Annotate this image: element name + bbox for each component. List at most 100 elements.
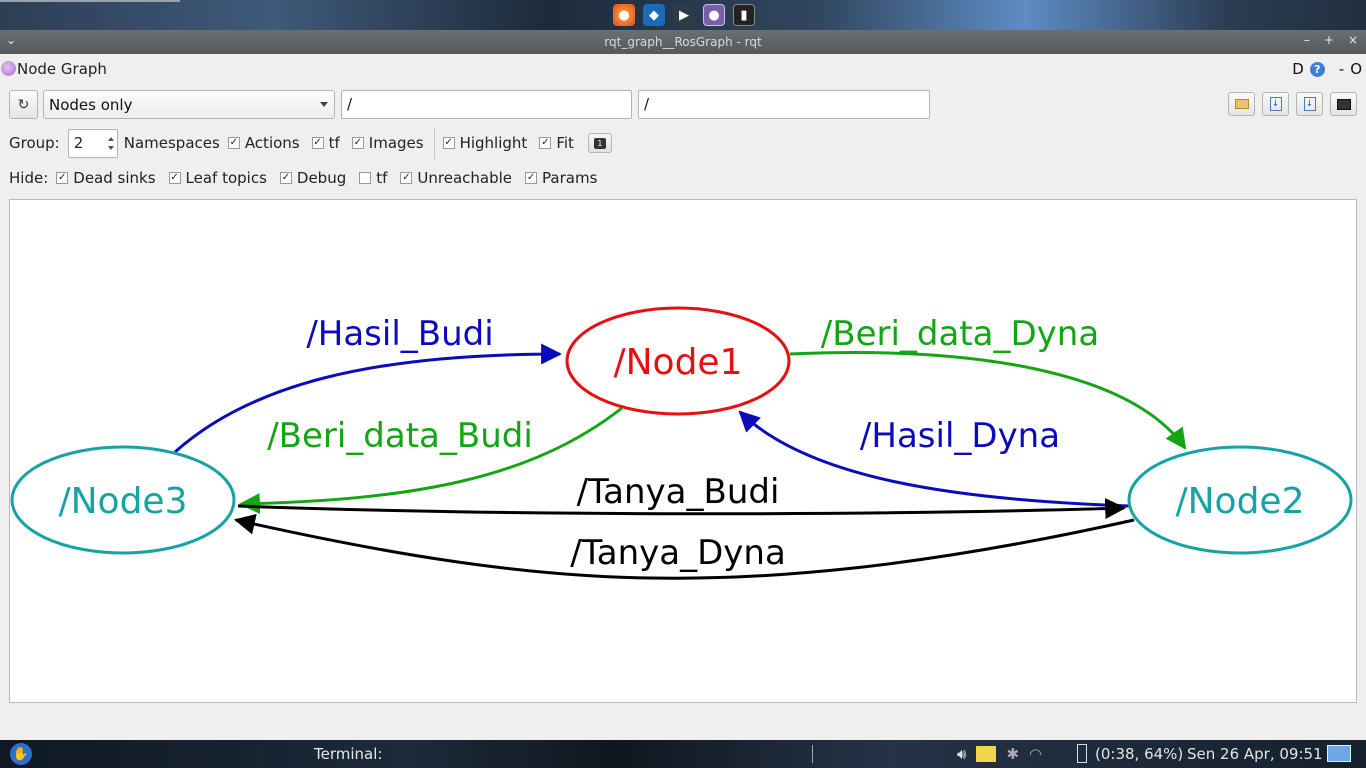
node3-label: /Node3 xyxy=(59,481,188,522)
help-icon[interactable]: ? xyxy=(1309,61,1325,77)
hide-row: Hide: ✓ Dead sinks ✓ Leaf topics ✓ Debug tf… xyxy=(9,166,597,190)
save-as-dot-icon: ↓ xyxy=(1269,97,1282,111)
window-titlebar[interactable]: ⌄ rqt_graph__RosGraph - rqt – + × xyxy=(0,30,1366,54)
rqt-app: Node Graph D ? - O ↻ Nodes only / / ↓ ↓ … xyxy=(0,54,1366,740)
ros-graph-svg: /Hasil_Budi /Beri_data_Dyna /Beri_data_B… xyxy=(10,306,1353,580)
graph-mode-select[interactable]: Nodes only xyxy=(43,90,335,119)
graph-mode-value: Nodes only xyxy=(49,96,133,114)
options-row: Group: 2 Namespaces ✓ Actions ✓ tf ✓ Images… xyxy=(9,127,612,159)
show-desktop-icon[interactable] xyxy=(1327,745,1351,762)
chevron-down-icon xyxy=(320,102,328,107)
plugin-header: Node Graph D ? - O xyxy=(0,54,1366,84)
firefox-icon[interactable]: ● xyxy=(613,4,635,26)
label-tanya-budi: /Tanya_Budi xyxy=(577,472,780,512)
volume-icon[interactable]: 🔊︎ xyxy=(957,745,966,763)
start-menu-icon[interactable]: ✋ xyxy=(10,743,32,765)
leaf-topics-check-icon: ✓ xyxy=(168,172,181,184)
terminal-icon[interactable]: ▮ xyxy=(733,4,755,26)
fit-checkbox[interactable]: ✓ Fit xyxy=(539,134,574,152)
images-label: Images xyxy=(368,134,424,152)
plugin-header-controls: D ? - O xyxy=(1292,60,1362,78)
hide-tf-label: tf xyxy=(376,169,388,187)
plugin-title: Node Graph xyxy=(17,60,107,78)
refresh-icon: ↻ xyxy=(17,96,30,113)
vscode-icon[interactable]: ◆ xyxy=(643,4,665,26)
label-beri-data-budi: /Beri_data_Budi xyxy=(267,416,533,456)
hide-tf-checkbox[interactable]: tf xyxy=(359,169,387,187)
taskbar-terminal-item[interactable]: Terminal: xyxy=(314,745,382,763)
desktop-top-panel: ● ◆ ▶ ● ▮ xyxy=(0,0,1366,30)
fit-in-view-button[interactable]: 1 xyxy=(587,133,612,153)
media-player-icon[interactable]: ▶ xyxy=(673,4,695,26)
close-button[interactable]: × xyxy=(1348,33,1358,47)
debug-label: Debug xyxy=(296,169,347,187)
namespaces-label: Namespaces xyxy=(123,134,220,152)
label-tanya-dyna: /Tanya_Dyna xyxy=(570,533,786,573)
graph-canvas[interactable]: /Hasil_Budi /Beri_data_Dyna /Beri_data_B… xyxy=(9,199,1357,703)
node-filter-input[interactable]: / xyxy=(341,90,632,119)
fit-check-icon: ✓ xyxy=(539,137,552,149)
taskbar-separator xyxy=(812,745,813,763)
label-hasil-budi: /Hasil_Budi xyxy=(306,314,493,354)
dead-sinks-checkbox[interactable]: ✓ Dead sinks xyxy=(56,169,156,187)
debug-checkbox[interactable]: ✓ Debug xyxy=(279,169,347,187)
wifi-icon[interactable]: ◠ xyxy=(1029,745,1042,763)
screenshot-icon xyxy=(1336,98,1351,110)
params-check-icon: ✓ xyxy=(525,172,538,184)
top-panel-line xyxy=(0,0,180,2)
rqt-icon[interactable]: ● xyxy=(703,4,725,26)
actions-checkbox[interactable]: ✓ Actions xyxy=(227,134,300,152)
group-label: Group: xyxy=(9,134,60,152)
taskbar: ✋ Terminal: 🔊︎ ✱ ◠ (0:38, 64%) Sen 26 Ap… xyxy=(0,740,1366,768)
label-hasil-dyna: /Hasil_Dyna xyxy=(860,416,1060,456)
minimize-button[interactable]: – xyxy=(1304,33,1310,47)
highlight-checkbox[interactable]: ✓ Highlight xyxy=(442,134,528,152)
app-dock: ● ◆ ▶ ● ▮ xyxy=(613,4,755,26)
fit-in-view-icon: 1 xyxy=(593,137,606,149)
clock[interactable]: Sen 26 Apr, 09:51 xyxy=(1187,745,1323,763)
actions-label: Actions xyxy=(244,134,300,152)
save-svg-button[interactable]: ↓ xyxy=(1296,92,1323,116)
dead-sinks-check-icon: ✓ xyxy=(56,172,69,184)
maximize-button[interactable]: + xyxy=(1324,33,1334,47)
topic-filter-input[interactable]: / xyxy=(638,90,930,119)
battery-icon[interactable] xyxy=(1077,744,1087,763)
toolbar-separator xyxy=(433,127,435,159)
actions-check-icon: ✓ xyxy=(227,137,240,149)
save-dot-button[interactable]: ↓ xyxy=(1262,92,1289,116)
debug-check-icon: ✓ xyxy=(279,172,292,184)
node2-label: /Node2 xyxy=(1176,481,1305,522)
tf-checkbox[interactable]: ✓ tf xyxy=(311,134,340,152)
window-title: rqt_graph__RosGraph - rqt xyxy=(604,35,762,49)
system-tray: 🔊︎ ✱ ◠ xyxy=(957,745,1042,763)
highlight-label: Highlight xyxy=(459,134,528,152)
load-dot-button[interactable] xyxy=(1228,92,1255,116)
minimize-plugin-button[interactable]: - xyxy=(1339,60,1344,78)
dead-sinks-label: Dead sinks xyxy=(73,169,156,187)
close-plugin-button[interactable]: O xyxy=(1350,60,1362,78)
images-check-icon: ✓ xyxy=(351,137,364,149)
params-checkbox[interactable]: ✓ Params xyxy=(525,169,597,187)
notes-icon[interactable] xyxy=(976,746,997,762)
window-controls: – + × xyxy=(1304,33,1358,47)
node1-label: /Node1 xyxy=(614,342,743,383)
unreachable-checkbox[interactable]: ✓ Unreachable xyxy=(400,169,512,187)
images-checkbox[interactable]: ✓ Images xyxy=(351,134,424,152)
label-beri-data-dyna: /Beri_data_Dyna xyxy=(821,314,1099,354)
unreachable-check-icon: ✓ xyxy=(400,172,413,184)
group-spinbox[interactable]: 2 xyxy=(67,128,118,158)
spin-up-icon[interactable] xyxy=(107,136,114,141)
params-label: Params xyxy=(542,169,598,187)
hide-tf-check-icon xyxy=(359,172,372,184)
leaf-topics-checkbox[interactable]: ✓ Leaf topics xyxy=(168,169,267,187)
refresh-button[interactable]: ↻ xyxy=(9,90,38,119)
dock-button[interactable]: D xyxy=(1292,60,1304,78)
spin-down-icon[interactable] xyxy=(107,145,114,150)
rqt-plugin-icon xyxy=(1,61,16,76)
tf-check-icon: ✓ xyxy=(311,137,324,149)
battery-status: (0:38, 64%) xyxy=(1095,745,1184,763)
bluetooth-icon[interactable]: ✱ xyxy=(1006,745,1019,763)
hide-label: Hide: xyxy=(9,169,49,187)
unreachable-label: Unreachable xyxy=(417,169,513,187)
screenshot-button[interactable] xyxy=(1330,92,1357,116)
